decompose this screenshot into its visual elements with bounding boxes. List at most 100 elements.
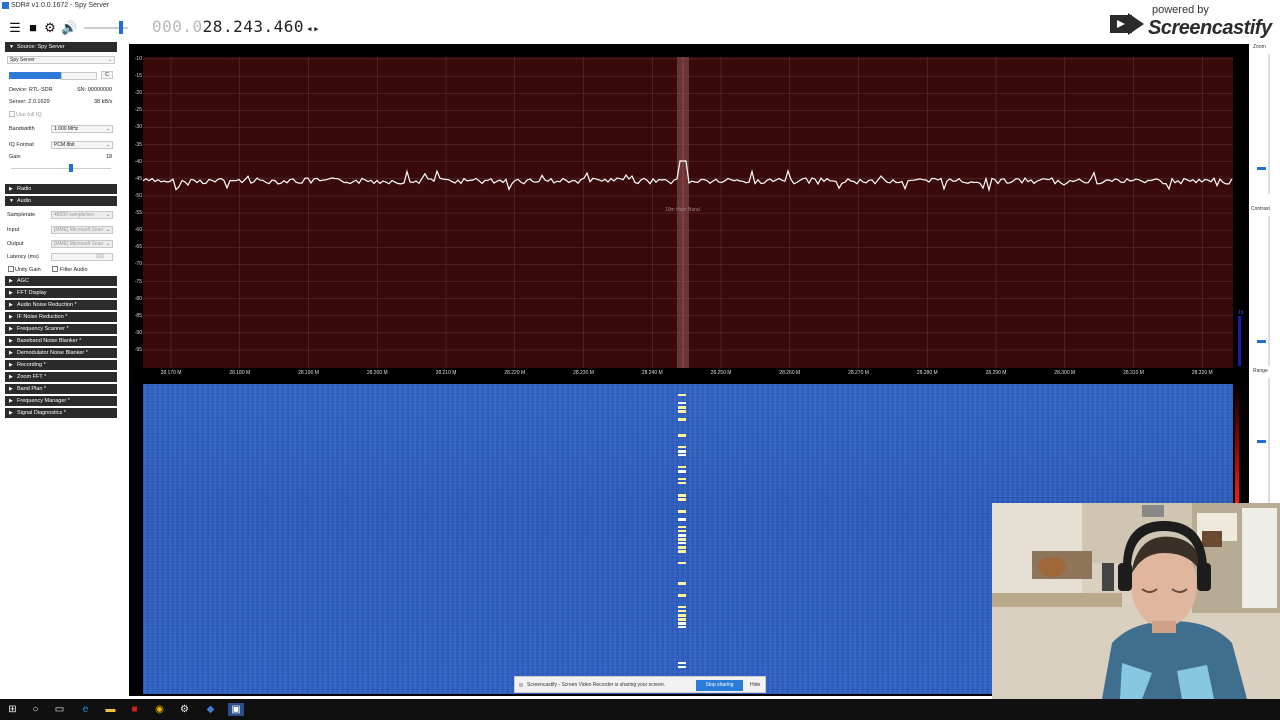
section-audio-header[interactable]: ▼ Audio xyxy=(5,196,117,206)
signal-dash xyxy=(678,466,686,468)
iq-format-select[interactable]: PCM 8bit ⌄ xyxy=(51,141,113,149)
chevron-down-icon: ⌄ xyxy=(105,212,110,218)
steam-icon[interactable]: ⚙ xyxy=(178,703,191,716)
webcam-overlay xyxy=(992,503,1280,699)
section-7-header[interactable]: ▶ Recording * xyxy=(5,360,117,370)
title-bar: SDR# v1.0.0.1672 - Spy Server xyxy=(0,0,1280,12)
section-3-header[interactable]: ▶ IF Noise Reduction * xyxy=(5,312,117,322)
sdr-app-icon[interactable]: ▣ xyxy=(228,703,244,716)
y-tick-label: -65 xyxy=(134,244,142,251)
filter-audio-label: Filter Audio xyxy=(60,267,88,273)
section-source-header[interactable]: ▼ Source: Spy Server xyxy=(5,42,117,52)
section-6-header[interactable]: ▶ Demodulator Noise Blanker * xyxy=(5,348,117,358)
section-8-header[interactable]: ▶ Zoom FFT * xyxy=(5,372,117,382)
signal-dash xyxy=(678,610,686,612)
y-tick-label: -85 xyxy=(134,312,142,319)
chevron-down-icon: ⌄ xyxy=(107,57,112,63)
bandwidth-select[interactable]: 1.000 MHz ⌄ xyxy=(51,125,113,133)
section-9-header[interactable]: ▶ Band Plan * xyxy=(5,384,117,394)
chevron-down-icon: ⌄ xyxy=(105,126,110,132)
section-4-header[interactable]: ▶ Frequency Scanner * xyxy=(5,324,117,334)
section-label: FFT Display xyxy=(17,290,47,296)
signal-dash xyxy=(678,530,686,532)
audio-input-select[interactable]: [MME] Microsoft Soun ⌄ xyxy=(51,226,113,234)
unity-gain-checkbox[interactable] xyxy=(8,266,14,272)
screencastify-logo-icon xyxy=(1110,13,1144,35)
section-1-header[interactable]: ▶ FFT Display xyxy=(5,288,117,298)
zoom-label: Zoom xyxy=(1253,44,1266,50)
section-0-header[interactable]: ▶ AGC xyxy=(5,276,117,286)
signal-dash xyxy=(678,510,686,513)
server-port-input[interactable] xyxy=(61,72,97,80)
source-select[interactable]: Spy Server ⌄ xyxy=(7,56,115,64)
expand-arrow-icon: ▶ xyxy=(9,398,13,404)
chrome-icon[interactable]: ◉ xyxy=(153,703,166,716)
section-label: Signal Diagnostics * xyxy=(17,410,66,416)
input-label: Input xyxy=(7,227,20,233)
samplerate-select[interactable]: 48000 sample/sec ⌄ xyxy=(51,211,113,219)
x-tick-label: 28.170 M xyxy=(160,370,182,376)
unity-gain-label: Unity Gain xyxy=(15,267,41,273)
contrast-slider-thumb[interactable] xyxy=(1257,340,1266,343)
section-radio-header[interactable]: ▶ Radio xyxy=(5,184,117,194)
section-label: Zoom FFT * xyxy=(17,374,47,380)
expand-arrow-icon: ▶ xyxy=(9,338,13,344)
bandwidth-label: Bandwidth xyxy=(9,126,35,132)
spectrum-panel[interactable]: -10 -15 -20 -25 -30 -35 -40 -45 -50 -55 -60 -65 -70 -… xyxy=(129,44,1249,382)
use-full-iq-label: Use full IQ xyxy=(16,112,42,118)
section-5-header[interactable]: ▶ Baseband Noise Blanker * xyxy=(5,336,117,346)
zoom-slider[interactable] xyxy=(1268,54,1270,194)
connect-button[interactable]: C xyxy=(101,71,113,79)
file-explorer-icon[interactable]: ▬ xyxy=(104,703,117,716)
toolbar: ☰ ■ ⚙ 🔊 000.028.243.460 ◂▸ xyxy=(0,12,1280,44)
signal-dash xyxy=(678,482,686,484)
visual-studio-icon[interactable]: ◆ xyxy=(204,703,217,716)
expand-arrow-icon: ▶ xyxy=(9,302,13,308)
gain-label: Gain xyxy=(9,154,21,160)
section-10-header[interactable]: ▶ Frequency Manager * xyxy=(5,396,117,406)
stop-icon[interactable]: ■ xyxy=(26,21,40,35)
share-drag-handle-icon[interactable] xyxy=(519,683,523,687)
hide-button[interactable]: Hide xyxy=(750,682,760,688)
edge-icon[interactable]: e xyxy=(79,703,92,716)
frequency-step-arrows[interactable]: ◂▸ xyxy=(306,22,320,35)
windows-start-icon[interactable]: ⊞ xyxy=(6,703,19,716)
signal-dash xyxy=(678,594,686,597)
signal-dash xyxy=(678,606,686,608)
window-title: SDR# v1.0.0.1672 - Spy Server xyxy=(11,2,110,9)
expand-arrow-icon: ▶ xyxy=(9,362,13,368)
x-tick-label: 28.270 M xyxy=(848,370,869,376)
use-full-iq-checkbox[interactable] xyxy=(9,111,15,117)
server-address-input[interactable] xyxy=(9,72,61,79)
section-2-header[interactable]: ▶ Audio Noise Reduction * xyxy=(5,300,117,310)
audio-output-select[interactable]: [MME] Microsoft Soun ⌄ xyxy=(51,240,113,248)
signal-dash xyxy=(678,526,686,528)
section-label: IF Noise Reduction * xyxy=(17,314,68,320)
frequency-leading-digits: 000.0 xyxy=(152,17,203,36)
frequency-display[interactable]: 000.028.243.460 ◂▸ xyxy=(152,17,320,36)
filter-audio-checkbox[interactable] xyxy=(52,266,58,272)
expand-arrow-icon: ▶ xyxy=(9,290,13,296)
gain-slider-thumb[interactable] xyxy=(69,164,73,172)
latency-input[interactable]: 100 xyxy=(51,253,113,261)
x-tick-label: 28.280 M xyxy=(916,370,938,376)
output-label: Output xyxy=(7,241,24,247)
section-11-header[interactable]: ▶ Signal Diagnostics * xyxy=(5,408,117,418)
app-red-icon[interactable]: ■ xyxy=(128,703,141,716)
speaker-icon[interactable]: 🔊 xyxy=(61,21,77,35)
x-tick-label: 28.310 M xyxy=(1123,370,1144,376)
gain-slider[interactable] xyxy=(11,168,111,169)
gear-icon[interactable]: ⚙ xyxy=(43,21,57,35)
spectrum-plot[interactable]: 10m Ham Band xyxy=(143,57,1233,368)
windows-taskbar: ⊞ ○ ▭ e ▬ ■ ◉ ⚙ ◆ ▣ xyxy=(0,699,1280,720)
frequency-digits[interactable]: 28.243.460 xyxy=(203,17,304,36)
task-view-icon[interactable]: ▭ xyxy=(53,703,66,716)
hamburger-icon[interactable]: ☰ xyxy=(8,21,22,35)
search-icon[interactable]: ○ xyxy=(29,703,42,716)
contrast-slider[interactable] xyxy=(1268,216,1270,366)
volume-slider-thumb[interactable] xyxy=(119,21,123,34)
stop-sharing-button[interactable]: Stop sharing xyxy=(696,680,743,691)
range-slider-thumb[interactable] xyxy=(1257,440,1266,443)
contrast-label: Contrast xyxy=(1251,206,1270,212)
zoom-slider-thumb[interactable] xyxy=(1257,167,1266,170)
